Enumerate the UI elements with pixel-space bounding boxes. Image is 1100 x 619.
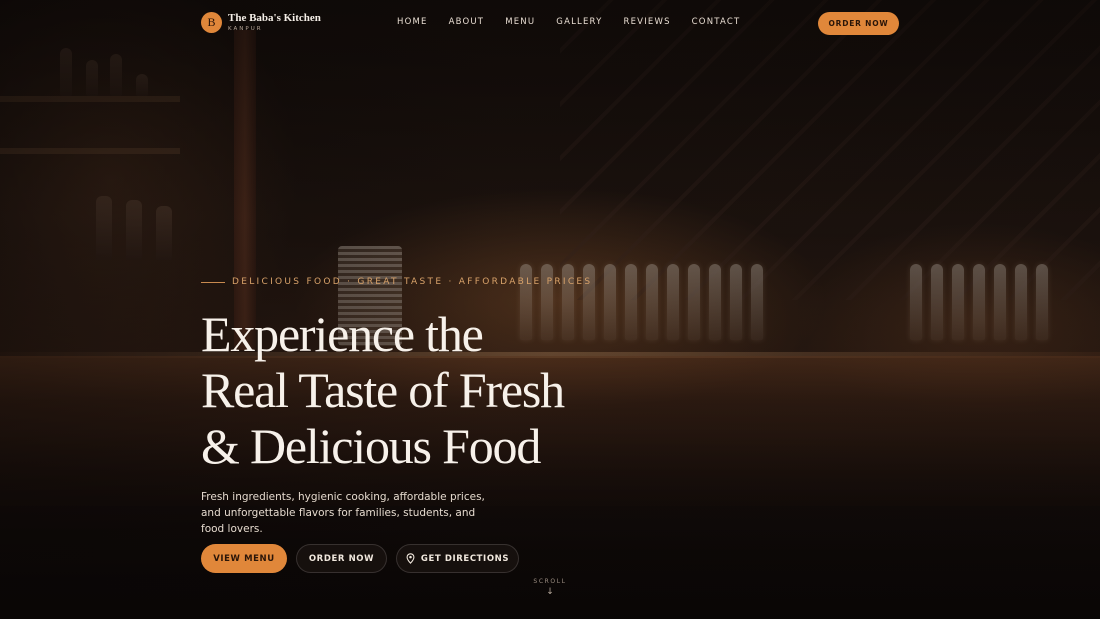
map-pin-icon — [406, 553, 415, 564]
headline-line-2: Real Taste of Fresh — [201, 362, 565, 418]
headline-line-1: Experience the — [201, 306, 484, 362]
scroll-indicator[interactable]: SCROLL ↓ — [532, 578, 568, 597]
view-menu-button[interactable]: VIEW MENU — [201, 544, 287, 573]
hero-eyebrow: DELICIOUS FOOD · GREAT TASTE · AFFORDABL… — [201, 277, 592, 287]
brand-city: KANPUR — [228, 25, 263, 32]
nav-item-gallery[interactable]: GALLERY — [556, 17, 602, 27]
header-order-now-button[interactable]: ORDER NOW — [818, 12, 899, 35]
headline-line-3: & Delicious Food — [201, 418, 541, 474]
nav-item-home[interactable]: HOME — [397, 17, 428, 27]
eyebrow-text: DELICIOUS FOOD · GREAT TASTE · AFFORDABL… — [232, 277, 593, 287]
arrow-down-icon: ↓ — [546, 587, 554, 597]
nav-item-about[interactable]: ABOUT — [449, 17, 485, 27]
hero-headline: Experience the Real Taste of Fresh & Del… — [201, 306, 621, 474]
get-directions-label: GET DIRECTIONS — [420, 553, 510, 564]
brand-badge-icon: B — [201, 12, 222, 33]
nav-item-contact[interactable]: CONTACT — [692, 17, 741, 27]
brand-name: The Baba's Kitchen — [228, 11, 321, 24]
eyebrow-divider — [201, 281, 225, 283]
order-now-button[interactable]: ORDER NOW — [296, 544, 387, 573]
brand-logo[interactable]: B The Baba's Kitchen KANPUR — [201, 12, 321, 33]
get-directions-button[interactable]: GET DIRECTIONS — [396, 544, 519, 573]
brand-text: The Baba's Kitchen KANPUR — [228, 11, 321, 33]
main-nav: HOME ABOUT MENU GALLERY REVIEWS CONTACT — [397, 17, 740, 27]
nav-item-reviews[interactable]: REVIEWS — [624, 17, 671, 27]
scroll-label: SCROLL — [533, 578, 567, 585]
hero-actions: VIEW MENU ORDER NOW GET DIRECTIONS — [201, 544, 519, 573]
hero-subcopy: Fresh ingredients, hygienic cooking, aff… — [201, 491, 485, 535]
nav-item-menu[interactable]: MENU — [505, 17, 535, 27]
